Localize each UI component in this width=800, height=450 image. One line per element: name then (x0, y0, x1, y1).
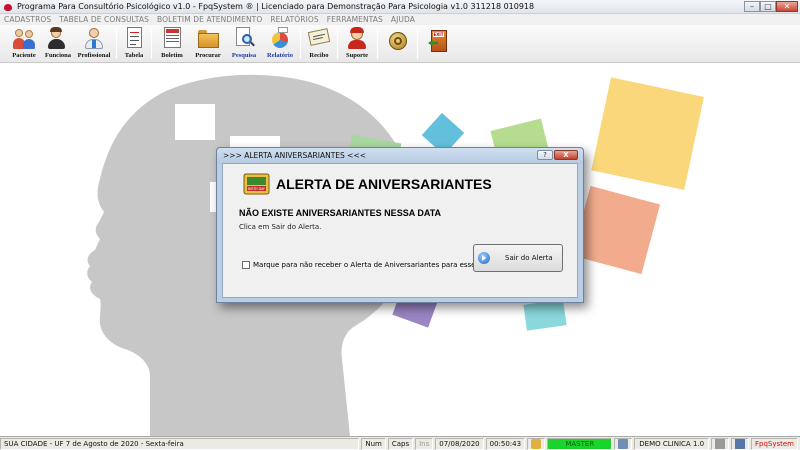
toolbar-separator (300, 29, 301, 59)
exit-alert-label: Sair do Alerta (505, 254, 553, 262)
status-user-icon-cell (527, 437, 546, 450)
pesquisa-button[interactable]: Pesquisa (228, 26, 260, 61)
toolbar-separator (377, 29, 378, 59)
table-document-icon (122, 26, 146, 50)
dialog-titlebar: >>> ALERTA ANIVERSARIANTES <<< ? X (217, 148, 583, 163)
employees-icon (46, 26, 70, 50)
doctor-icon (82, 26, 106, 50)
dialog-heading: ALERTA DE ANIVERSARIANTES (276, 176, 492, 192)
coin-gear-icon (386, 30, 410, 54)
suporte-label: Suporte (345, 52, 369, 59)
minimize-button[interactable]: – (744, 1, 760, 12)
menu-boletim-de-atendimento[interactable]: BOLETIM DE ATENDIMENTO (157, 15, 262, 24)
head-square (175, 104, 215, 140)
paciente-label: Paciente (12, 52, 36, 59)
procurar-button[interactable]: Procurar (192, 26, 224, 61)
status-time: 00:50:43 (485, 437, 526, 450)
folder-icon (196, 26, 220, 50)
arrow-right-icon (478, 252, 490, 264)
maximize-button[interactable]: □ (760, 1, 776, 12)
tabela-label: Tabela (124, 52, 144, 59)
app-icon (3, 2, 13, 12)
tabela-button[interactable]: Tabela (120, 26, 148, 61)
receipt-icon (307, 26, 331, 50)
status-demo: DEMO CLINICA 1.0 (634, 437, 709, 450)
dont-alert-checkbox-label[interactable]: Marque para não receber o Alerta de Aniv… (253, 261, 488, 269)
exit-button[interactable]: EXIT (424, 26, 452, 61)
funciona-label: Funciona (44, 52, 71, 59)
report-sheet-icon (160, 26, 184, 50)
exit-sign-label: EXIT (433, 32, 444, 37)
status-num: Num (361, 437, 386, 450)
status-city-date: SUA CIDADE - UF 7 de Agosto de 2020 - Se… (0, 437, 360, 450)
deco-square-teal (523, 299, 567, 331)
dialog-message: NÃO EXISTE ANIVERSARIANTES NESSA DATA (239, 208, 442, 218)
patients-icon (12, 26, 36, 50)
lock-icon (734, 438, 745, 449)
suporte-button[interactable]: Suporte (342, 26, 372, 61)
deco-square-orange (571, 185, 661, 275)
funciona-button[interactable]: Funciona (43, 26, 73, 61)
toolbar-separator (151, 29, 152, 59)
window-titlebar: Programa Para Consultório Psicológico v1… (0, 0, 800, 14)
menu-ferramentas[interactable]: FERRAMENTAS (327, 15, 383, 24)
tools-button[interactable] (385, 26, 411, 61)
computer-icon (618, 438, 629, 449)
status-printer-cell[interactable] (710, 437, 729, 450)
magnifier-document-icon (232, 26, 256, 50)
pie-chart-icon (268, 26, 292, 50)
toolbar-separator (417, 29, 418, 59)
close-window-button[interactable]: ✕ (776, 1, 798, 12)
window-controls: – □ ✕ (744, 1, 798, 12)
toolbar-separator (337, 29, 338, 59)
birthday-icon-text: BIRTH DAY (248, 187, 265, 191)
boletim-label: Boletim (161, 52, 183, 59)
toolbar: Paciente Funciona Profissional Tabela Bo… (0, 25, 800, 63)
menu-relatorios[interactable]: RELATÓRIOS (270, 15, 318, 24)
status-caps: Caps (387, 437, 414, 450)
status-date: 07/08/2020 (435, 437, 484, 450)
birthday-alert-dialog: >>> ALERTA ANIVERSARIANTES <<< ? X BIRTH… (216, 147, 584, 303)
procurar-label: Procurar (195, 52, 221, 59)
dialog-title: >>> ALERTA ANIVERSARIANTES <<< (223, 151, 367, 160)
dialog-body: BIRTH DAY ALERTA DE ANIVERSARIANTES NÃO … (222, 163, 578, 298)
pesquisa-label: Pesquisa (231, 52, 257, 59)
status-bar: SUA CIDADE - UF 7 de Agosto de 2020 - Se… (0, 436, 800, 450)
printer-icon (714, 438, 725, 449)
menu-cadastros[interactable]: CADASTROS (4, 15, 51, 24)
profissional-label: Profissional (77, 52, 111, 59)
status-pc-icon-cell (614, 437, 633, 450)
dialog-help-button[interactable]: ? (537, 150, 553, 160)
menu-ajuda[interactable]: AJUDA (391, 15, 415, 24)
dialog-hint: Clica em Sair do Alerta. (239, 223, 322, 231)
status-brand: FpqSystem (750, 437, 798, 450)
menu-tabela-de-consultas[interactable]: TABELA DE CONSULTAS (59, 15, 149, 24)
window-title: Programa Para Consultório Psicológico v1… (17, 2, 535, 11)
exit-alert-button[interactable]: Sair do Alerta (473, 244, 563, 272)
boletim-button[interactable]: Boletim (156, 26, 188, 61)
status-ins: Ins (415, 437, 434, 450)
relatorio-label: Relatório (267, 52, 293, 59)
recibo-label: Recibo (309, 52, 329, 59)
status-master: MASTER (547, 437, 613, 450)
paciente-button[interactable]: Paciente (9, 26, 39, 61)
recibo-button[interactable]: Recibo (304, 26, 334, 61)
deco-square-yellow (591, 77, 704, 190)
birthday-icon: BIRTH DAY (243, 172, 270, 196)
dont-alert-checkbox[interactable] (242, 261, 250, 269)
dont-alert-checkbox-row[interactable]: Marque para não receber o Alerta de Aniv… (242, 261, 488, 269)
dialog-close-button[interactable]: X (554, 150, 578, 160)
toolbar-separator (116, 29, 117, 59)
relatorio-button[interactable]: Relatório (263, 26, 297, 61)
profissional-button[interactable]: Profissional (76, 26, 112, 61)
exit-door-icon: EXIT (426, 29, 450, 53)
user-icon (531, 438, 542, 449)
menu-bar: CADASTROS TABELA DE CONSULTAS BOLETIM DE… (0, 14, 800, 25)
support-agent-icon (345, 26, 369, 50)
status-lock-cell[interactable] (730, 437, 749, 450)
